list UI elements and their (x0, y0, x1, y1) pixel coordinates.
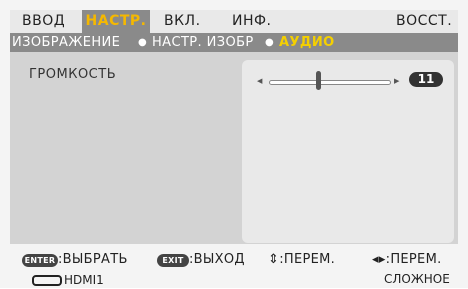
volume-slider-thumb[interactable] (315, 71, 321, 90)
projector-menu: ВВОД НАСТР. ВКЛ. ИНФ. ВОССТ. ИЗОБРАЖЕНИЕ… (0, 0, 468, 288)
tab-options[interactable]: ВКЛ. (164, 10, 201, 33)
breadcrumb-item-audio[interactable]: АУДИО (279, 33, 335, 52)
enter-key-icon: ENTER (22, 254, 58, 267)
exit-key-icon: EXIT (157, 254, 189, 267)
tab-input[interactable]: ВВОД (22, 10, 65, 33)
status-bar: HDMI1 СЛОЖНОЕ (10, 270, 458, 288)
volume-slider-track[interactable] (269, 80, 391, 85)
right-arrow-icon[interactable]: ▶ (394, 77, 399, 85)
tab-setup[interactable]: НАСТР. (82, 10, 150, 33)
breadcrumb: ИЗОБРАЖЕНИЕ ● НАСТР. ИЗОБР ● АУДИО (10, 33, 458, 52)
breadcrumb-item-picture-setup[interactable]: НАСТР. ИЗОБР (152, 33, 254, 52)
mode-label: СЛОЖНОЕ (384, 272, 450, 286)
volume-value-badge: 11 (409, 72, 443, 87)
enter-hint: :ВЫБРАТЬ (58, 252, 128, 267)
breadcrumb-item-picture[interactable]: ИЗОБРАЖЕНИЕ (12, 33, 120, 52)
volume-label: ГРОМКОСТЬ (29, 67, 117, 82)
left-arrow-icon[interactable]: ◀ (257, 77, 262, 85)
leftright-hint: ◂▸:ПЕРЕМ. (372, 252, 442, 267)
source-label: HDMI1 (64, 273, 104, 287)
updown-hint: ⇕:ПЕРЕМ. (268, 252, 336, 267)
tab-info[interactable]: ИНФ. (232, 10, 272, 33)
hdmi-icon (32, 275, 62, 286)
menu-tabs: ВВОД НАСТР. ВКЛ. ИНФ. ВОССТ. (10, 10, 458, 33)
breadcrumb-separator: ● (265, 37, 275, 48)
tab-reset[interactable]: ВОССТ. (396, 10, 452, 33)
exit-hint: :ВЫХОД (189, 252, 245, 267)
key-hints: ENTER :ВЫБРАТЬ EXIT :ВЫХОД ⇕:ПЕРЕМ. ◂▸:П… (10, 250, 458, 270)
settings-panel: ГРОМКОСТЬ ◀ ▶ 11 (10, 52, 458, 244)
breadcrumb-separator: ● (138, 37, 148, 48)
volume-control[interactable]: ◀ ▶ 11 (242, 60, 454, 243)
